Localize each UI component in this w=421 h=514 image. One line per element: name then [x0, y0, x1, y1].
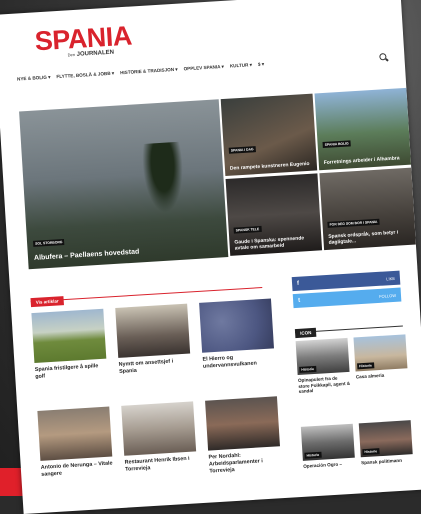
sidebar-thumbnail[interactable]: Historie: [358, 420, 413, 458]
nav-item-opplev-spania[interactable]: OPPLEV SPANIA ▾: [183, 64, 224, 72]
sidebar-category[interactable]: Historie: [299, 365, 317, 373]
hero-tile-category[interactable]: SPANSK TELE: [233, 225, 262, 234]
article-thumbnail[interactable]: [115, 303, 191, 358]
page-content: SPANIA Den JOURNALEN NYE & BOLIG ▾ FLYTT…: [14, 5, 416, 514]
article-title[interactable]: Per Nordahl: Arbeidsparlamenter i Torrev…: [208, 450, 281, 475]
hero-main-story[interactable]: SOL STORBORG Albufera – Paellaens hoveds…: [19, 99, 229, 270]
hero-tile-title[interactable]: Gaude i Spanska: spennende avtale om sam…: [234, 235, 318, 251]
article-card[interactable]: Per Nordahl: Arbeidsparlamenter i Torrev…: [205, 396, 281, 475]
sidebar: f LIKE t FOLLOW ICON Historie Opinapuler…: [291, 270, 414, 481]
sidebar-title[interactable]: Casa almeria: [356, 371, 408, 380]
sidebar-card[interactable]: Historie Casa almeria: [353, 334, 408, 380]
article-title[interactable]: El Hierro og undervannsvulkanen: [202, 352, 275, 370]
article-card[interactable]: Restaurant Henrik Ibsen i Torrevieja: [121, 401, 197, 473]
hero-tile-4[interactable]: FOR DEG SOM BOR I SPANIA Spansk ordspråk…: [319, 167, 416, 251]
article-title[interactable]: Restaurant Henrik Ibsen i Torrevieja: [125, 455, 198, 473]
hero-tile-category[interactable]: FOR DEG SOM BOR I SPANIA: [327, 218, 380, 228]
sidebar-title[interactable]: Operación Ogro –: [303, 461, 355, 470]
hero-tile-title[interactable]: Spansk ordspråk, som betyr i dagligtale.…: [328, 229, 412, 246]
sidebar-category[interactable]: Historie: [304, 451, 322, 459]
nav-item-kultur[interactable]: KULTUR ▾: [230, 62, 252, 69]
facebook-count: LIKE: [386, 275, 396, 281]
hero-tile-title[interactable]: Forretnings arbeider i Alhambra: [324, 155, 407, 166]
twitter-count: FOLLOW: [378, 292, 397, 299]
article-title[interactable]: Antonio de Nerunga – Vitale sangere: [41, 460, 114, 478]
hero-tile-2[interactable]: SPANIA BOLIG Forretnings arbeider i Alha…: [314, 87, 412, 171]
sidebar-card[interactable]: Historie Opinapulert fra de store Folkka…: [295, 337, 351, 395]
article-title[interactable]: Nymtt om ansettsjef i Spania: [119, 358, 192, 376]
twitter-follow-button[interactable]: t FOLLOW: [292, 287, 402, 309]
sidebar-title[interactable]: Spansk politimann: [361, 457, 413, 466]
sidebar-category[interactable]: Historie: [362, 448, 380, 456]
hero-tile-category[interactable]: SPANIA I DAG: [228, 146, 256, 154]
article-thumbnail[interactable]: [199, 298, 275, 353]
palm-tree-image: [141, 141, 186, 214]
hero-tile-category[interactable]: SPANIA BOLIG: [322, 140, 351, 149]
article-card[interactable]: Nymtt om ansettsjef i Spania: [115, 303, 192, 376]
sidebar-category[interactable]: Historie: [357, 362, 375, 370]
article-thumbnail[interactable]: [31, 308, 107, 364]
section-header: Vis artiklar: [30, 277, 263, 308]
hero-main-category[interactable]: SOL STORBORG: [32, 238, 65, 247]
nav-item-more[interactable]: $ ▾: [258, 61, 264, 67]
article-title[interactable]: Spania fristilgere å spille golf: [35, 363, 108, 381]
hero-section: SOL STORBORG Albufera – Paellaens hoveds…: [19, 87, 416, 270]
article-card[interactable]: Spania fristilgere å spille golf: [31, 308, 108, 381]
hero-tile-3[interactable]: SPANSK TELE Gaude i Spanska: spennende a…: [225, 173, 323, 256]
nav-spacer: [270, 58, 373, 64]
hero-tile-title[interactable]: Den rampete kunstneren Eugenio: [230, 161, 313, 172]
sidebar-card[interactable]: Historie Spansk politimann: [358, 420, 414, 466]
article-thumbnail[interactable]: [121, 401, 197, 456]
sidebar-grid: Historie Opinapulert fra de store Folkka…: [295, 334, 414, 480]
nav-item-nye-bolig[interactable]: NYE & BOLIG ▾: [17, 75, 51, 83]
printed-webpage: SPANIA Den JOURNALEN NYE & BOLIG ▾ FLYTT…: [0, 0, 421, 514]
logo-subtitle-prefix: Den: [67, 51, 76, 58]
hero-main-title[interactable]: Albufera – Paellaens hovedstad: [34, 248, 140, 263]
nav-item-flytte[interactable]: FLYTTE, BOSLÅ & JOBB ▾: [56, 71, 114, 81]
section-label[interactable]: Vis artiklar: [30, 296, 64, 308]
twitter-icon: t: [297, 297, 301, 304]
article-thumbnail[interactable]: [205, 396, 280, 451]
hero-tile-1[interactable]: SPANIA I DAG Den rampete kunstneren Euge…: [220, 93, 318, 177]
sidebar-card[interactable]: Historie Operación Ogro –: [300, 423, 356, 470]
lower-section: Vis artiklar Spania fristilgere å spille…: [30, 268, 415, 514]
facebook-icon: f: [296, 280, 300, 287]
article-thumbnail[interactable]: [37, 406, 113, 461]
article-card[interactable]: El Hierro og undervannsvulkanen: [199, 298, 275, 370]
sidebar-section-label[interactable]: ICON: [294, 327, 317, 339]
article-card[interactable]: Antonio de Nerunga – Vitale sangere: [37, 406, 114, 479]
article-grid: Spania fristilgere å spille golf Nymtt o…: [31, 298, 280, 478]
logo-subtitle-main: JOURNALEN: [76, 49, 115, 58]
search-icon[interactable]: [379, 52, 389, 62]
sidebar-section-header: ICON: [294, 315, 403, 339]
nav-item-historie[interactable]: HISTORIE & TRADISJON ▾: [120, 67, 178, 77]
sidebar-title[interactable]: Opinapulert fra de store Folkkapil, agen…: [298, 375, 351, 395]
sidebar-thumbnail[interactable]: Historie: [353, 334, 408, 372]
sidebar-thumbnail[interactable]: Historie: [300, 423, 355, 461]
sidebar-thumbnail[interactable]: Historie: [295, 337, 350, 375]
